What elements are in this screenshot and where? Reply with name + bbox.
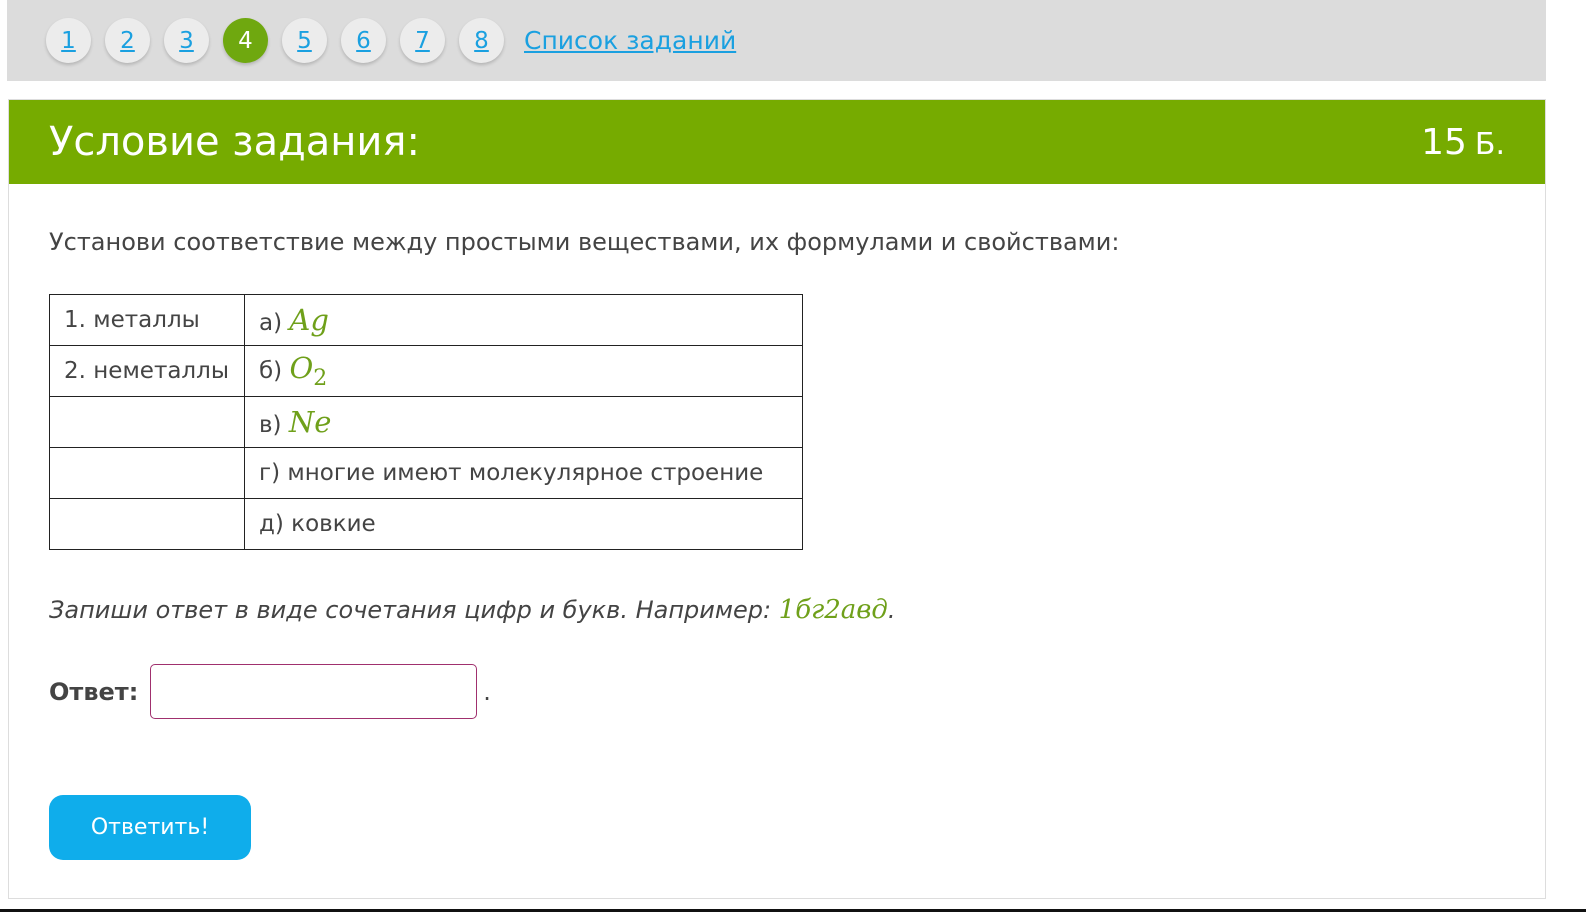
table-cell-right: в) Ne (244, 396, 803, 448)
task-card: Условие задания: 15 Б. Установи соответст… (8, 99, 1546, 899)
score-unit: Б. (1474, 126, 1505, 162)
hint-text: Запиши ответ в виде сочетания цифр и бук… (49, 596, 779, 624)
table-cell-left (49, 447, 245, 499)
matching-table: 1. металлы а) Ag 2. неметаллы б) O2 в) N… (49, 294, 803, 550)
score-value: 15 (1421, 121, 1467, 163)
formula-silver: Ag (289, 303, 329, 337)
option-letter: в) (259, 412, 282, 438)
task-header: Условие задания: 15 Б. (9, 100, 1545, 184)
question-text: Установи соответствие между простыми вещ… (49, 228, 1120, 256)
answer-label: Ответ: (49, 677, 139, 706)
task-title: Условие задания: (49, 119, 420, 165)
task-number-8[interactable]: 8 (459, 18, 504, 63)
hint-end: . (887, 596, 896, 624)
answer-row: Ответ: . (49, 664, 491, 719)
task-number-4-current[interactable]: 4 (223, 18, 268, 63)
task-number-7[interactable]: 7 (400, 18, 445, 63)
table-row: г) многие имеют молекулярное строение (49, 447, 803, 499)
task-number-2[interactable]: 2 (105, 18, 150, 63)
table-row: 2. неметаллы б) O2 (49, 345, 803, 397)
answer-period: . (483, 677, 491, 706)
task-score: 15 Б. (1421, 122, 1505, 163)
task-number-6[interactable]: 6 (341, 18, 386, 63)
task-number-5[interactable]: 5 (282, 18, 327, 63)
table-row: 1. металлы а) Ag (49, 294, 803, 346)
table-cell-left (49, 498, 245, 550)
option-letter: а) (259, 310, 283, 336)
table-row: в) Ne (49, 396, 803, 448)
formula-oxygen: O2 (289, 351, 327, 391)
task-number-3[interactable]: 3 (164, 18, 209, 63)
table-row: д) ковкие (49, 498, 803, 550)
submit-answer-button[interactable]: Ответить! (49, 795, 251, 860)
bottom-border (0, 909, 1586, 912)
answer-input[interactable] (150, 664, 478, 719)
formula-oxygen-subscript: 2 (313, 365, 328, 391)
table-cell-right: д) ковкие (244, 498, 803, 550)
task-list-link[interactable]: Список заданий (524, 26, 736, 55)
table-cell-left (49, 396, 245, 448)
answer-format-hint: Запиши ответ в виде сочетания цифр и бук… (49, 595, 896, 625)
formula-oxygen-symbol: O (289, 351, 314, 386)
table-cell-right: б) O2 (244, 345, 803, 397)
task-number-1[interactable]: 1 (46, 18, 91, 63)
table-cell-left: 1. металлы (49, 294, 245, 346)
table-cell-right: а) Ag (244, 294, 803, 346)
table-cell-right: г) многие имеют молекулярное строение (244, 447, 803, 499)
option-letter: б) (259, 358, 283, 385)
table-cell-left: 2. неметаллы (49, 345, 245, 397)
hint-example: 1бг2авд (778, 595, 888, 625)
formula-neon: Ne (288, 405, 332, 439)
task-navigation-bar: 1 2 3 4 5 6 7 8 Список заданий (7, 0, 1546, 81)
